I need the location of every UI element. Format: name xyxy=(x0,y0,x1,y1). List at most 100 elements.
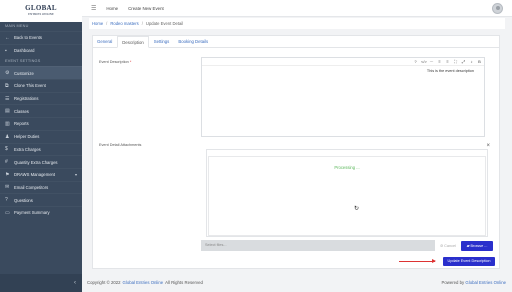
processing-status: Processing ... xyxy=(334,165,360,170)
editor-toolbar: ? </> ⋯ ≡ ≡ ⛶ ⤢ ♪ B xyxy=(202,58,484,66)
sidebar-item-label: Clone This Event xyxy=(14,83,46,89)
footer-brand-link[interactable]: Global Entries Online xyxy=(123,280,164,285)
description-label-text: Event Description xyxy=(99,60,129,64)
chevron-down-icon: ▾ xyxy=(74,172,77,178)
breadcrumb: Home / Rodeo masters / Update Event Detail xyxy=(89,18,505,29)
help-icon[interactable]: ? xyxy=(413,59,418,64)
sidebar-item-label: Reports xyxy=(14,121,29,127)
sidebar-item-payment-summary[interactable]: ▭ Payment Summary xyxy=(0,205,82,219)
editor-text[interactable]: This is the event description xyxy=(427,69,474,73)
tab-bar: General Description Settings Booking Det… xyxy=(93,36,499,48)
sidebar-item-label: Back to Events xyxy=(14,35,42,41)
logo[interactable]: GLOBAL ENTRIES ONLINE xyxy=(0,0,82,22)
menu-icon[interactable]: ☰ xyxy=(91,5,96,12)
powered-by-text: Powered by xyxy=(441,280,465,285)
folder-icon: ▰ xyxy=(466,244,470,248)
sidebar-item-classes[interactable]: ▤ Classes xyxy=(0,104,82,117)
event-settings-heading: EVENT SETTINGS xyxy=(5,59,41,64)
top-navbar: ☰ Home Create New Event xyxy=(82,0,512,17)
payment-icon: ▭ xyxy=(5,209,10,216)
sidebar-item-label: Quantity Extra Charges xyxy=(14,159,58,165)
powered-by-link[interactable]: Global Entries Online xyxy=(465,280,506,285)
bold-icon[interactable]: B xyxy=(477,59,482,64)
tab-description[interactable]: Description xyxy=(117,36,149,48)
sidebar-item-reports[interactable]: ▥ Reports xyxy=(0,117,82,130)
file-dropzone[interactable]: Processing ... ↻ xyxy=(206,149,488,237)
nav-create-event-link[interactable]: Create New Event xyxy=(128,6,164,11)
sidebar-item-clone-event[interactable]: ⧉ Clone This Event xyxy=(0,79,82,92)
avatar[interactable] xyxy=(492,3,503,14)
powered-by: Powered by Global Entries Online xyxy=(441,280,506,285)
sidebar-item-label: Helper Duties xyxy=(14,134,40,140)
code-view-icon[interactable]: </> xyxy=(421,59,427,64)
rights-text: All Rights Reserved xyxy=(165,280,203,285)
sidebar-item-extra-charges[interactable]: $ Extra Charges xyxy=(0,142,82,156)
arrow-left-icon: ← xyxy=(5,34,10,41)
description-editor[interactable]: ? </> ⋯ ≡ ≡ ⛶ ⤢ ♪ B This is the event de… xyxy=(201,57,485,137)
file-preview-area: Processing ... ↻ xyxy=(208,156,486,236)
breadcrumb-section[interactable]: Rodeo masters xyxy=(110,21,138,26)
attachments-label: Event Detail Attachments xyxy=(99,143,142,147)
file-input-row: Select files... ⊘ Cancel ▰ Browse ... xyxy=(201,240,493,251)
nav-home-link[interactable]: Home xyxy=(106,6,118,11)
tab-booking-details[interactable]: Booking Details xyxy=(174,36,212,47)
sidebar-item-label: Email Competitors xyxy=(14,184,49,190)
sidebar-item-questions[interactable]: ? Questions xyxy=(0,193,82,206)
sidebar: GLOBAL ENTRIES ONLINE MAIN MENU ← Back to … xyxy=(0,0,82,292)
helper-icon: ♟ xyxy=(5,133,10,140)
sidebar-item-label: Extra Charges xyxy=(14,146,41,152)
music-icon[interactable]: ♪ xyxy=(469,59,474,64)
sidebar-item-customize[interactable]: ⚙ Customize xyxy=(0,66,82,80)
sidebar-item-registrations[interactable]: ☰ Registrations xyxy=(0,91,82,105)
sidebar-item-label: Payment Summary xyxy=(14,210,50,216)
fullscreen-icon[interactable]: ⛶ xyxy=(453,59,458,64)
questions-icon: ? xyxy=(5,197,8,204)
tab-settings[interactable]: Settings xyxy=(150,36,174,47)
sidebar-item-quantity-extra-charges[interactable]: # Quantity Extra Charges xyxy=(0,155,82,168)
sidebar-item-email-competitors[interactable]: ✉ Email Competitors xyxy=(0,180,82,194)
sidebar-item-label: Registrations xyxy=(14,96,39,102)
sidebar-item-helper-duties[interactable]: ♟ Helper Duties xyxy=(0,129,82,143)
required-mark: * xyxy=(129,60,132,64)
cancel-button[interactable]: ⊘ Cancel xyxy=(435,240,461,251)
sidebar-item-back-to-events[interactable]: ← Back to Events xyxy=(0,31,82,44)
browse-label: Browse ... xyxy=(470,243,488,248)
expand-icon[interactable]: ⤢ xyxy=(461,59,466,64)
registrations-icon: ☰ xyxy=(5,95,10,102)
sidebar-collapse-button[interactable]: ‹ xyxy=(0,274,82,292)
sidebar-item-label: Classes xyxy=(14,108,29,114)
more-icon[interactable]: ⋯ xyxy=(429,59,434,64)
email-icon: ✉ xyxy=(5,184,10,191)
update-event-description-button[interactable]: Update Event Description xyxy=(443,257,495,266)
clone-icon: ⧉ xyxy=(5,82,9,89)
quantity-icon: # xyxy=(5,159,8,166)
annotation-arrow xyxy=(399,259,436,263)
event-detail-panel: General Description Settings Booking Det… xyxy=(92,35,500,269)
draws-icon: ⚑ xyxy=(5,171,10,178)
dashboard-icon: ▪ xyxy=(5,47,7,54)
sidebar-item-draws-management[interactable]: ⚑ DRAWS Management ▾ xyxy=(0,167,82,181)
attachments-widget: × Processing ... ↻ Select files... ⊘ Canc… xyxy=(201,143,495,267)
sidebar-item-dashboard[interactable]: ▪ Dashboard xyxy=(0,43,82,57)
main-menu-heading: MAIN MENU xyxy=(5,24,29,28)
sidebar-item-label: Questions xyxy=(14,197,33,203)
footer: Copyright © 2022 Global Entries Online A… xyxy=(82,273,512,292)
tab-general[interactable]: General xyxy=(93,36,116,47)
list-icon[interactable]: ≡ xyxy=(445,59,450,64)
sidebar-item-label: Dashboard xyxy=(14,48,35,54)
breadcrumb-home[interactable]: Home xyxy=(92,21,103,26)
file-caption-input[interactable]: Select files... xyxy=(201,240,435,251)
reports-icon: ▥ xyxy=(5,120,10,127)
breadcrumb-separator: / xyxy=(141,21,143,26)
charges-icon: $ xyxy=(5,146,8,153)
cancel-icon: ⊘ xyxy=(439,244,444,248)
browse-button[interactable]: ▰ Browse ... xyxy=(461,240,493,251)
sidebar-item-label: DRAWS Management xyxy=(14,172,56,178)
cancel-label: Cancel xyxy=(444,243,456,248)
classes-icon: ▤ xyxy=(5,108,10,115)
description-label: Event Description * xyxy=(99,60,131,64)
update-row: Update Event Description xyxy=(201,257,495,267)
breadcrumb-separator: / xyxy=(106,21,108,26)
gear-icon: ⚙ xyxy=(5,70,10,77)
align-icon[interactable]: ≡ xyxy=(437,59,442,64)
